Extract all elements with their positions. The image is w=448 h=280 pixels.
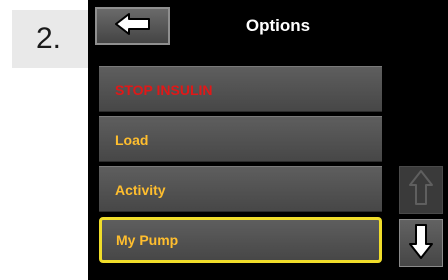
menu-item-my-pump[interactable]: My Pump	[99, 217, 382, 263]
step-number: 2.	[36, 22, 62, 55]
menu-item-load[interactable]: Load	[99, 116, 382, 162]
back-button[interactable]	[95, 7, 170, 45]
menu-item-activity[interactable]: Activity	[99, 166, 382, 212]
pump-screen: Options STOP INSULIN Load Activity My Pu…	[88, 0, 448, 280]
left-arrow-icon	[113, 12, 153, 41]
scroll-up-button[interactable]	[399, 166, 443, 214]
menu-item-stop-insulin[interactable]: STOP INSULIN	[99, 66, 382, 112]
up-arrow-icon	[408, 169, 434, 212]
scroll-down-button[interactable]	[399, 219, 443, 267]
screen-title: Options	[245, 16, 311, 35]
down-arrow-icon	[408, 222, 434, 265]
